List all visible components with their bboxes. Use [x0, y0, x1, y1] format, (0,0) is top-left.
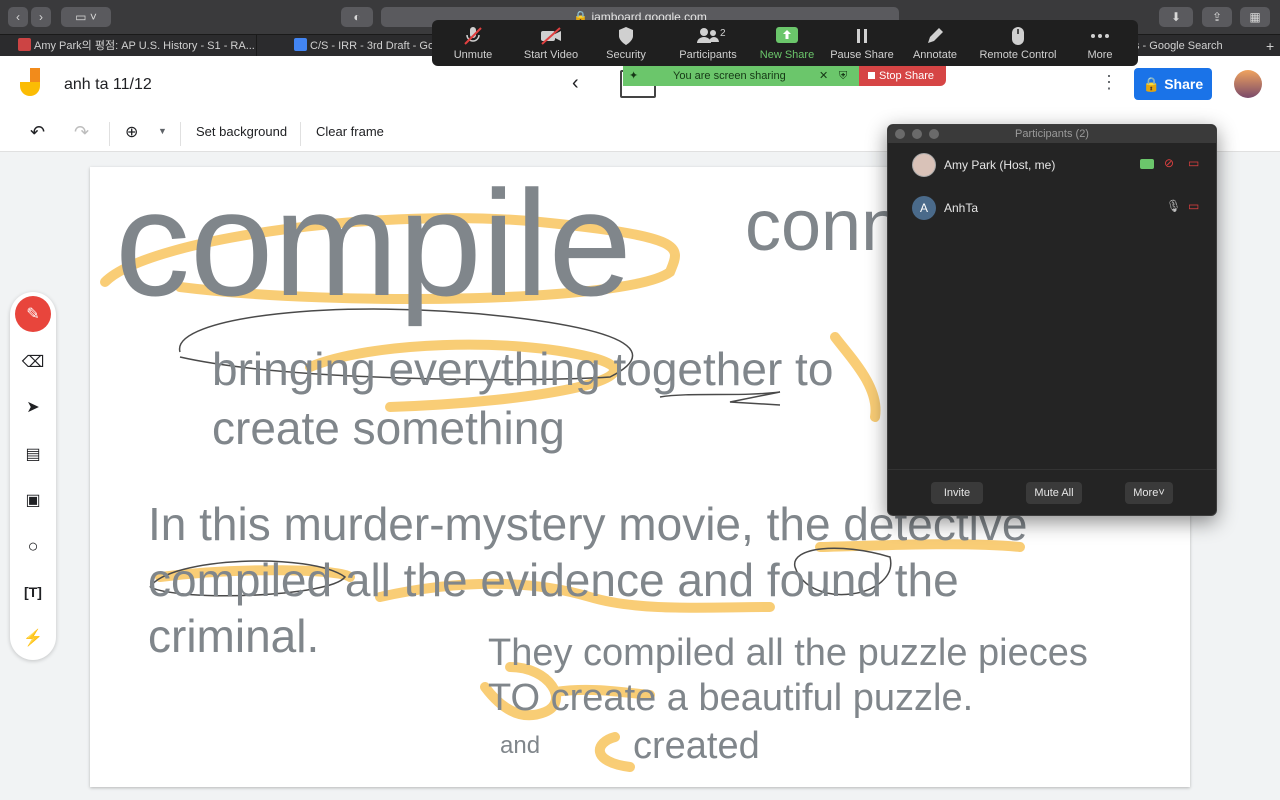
participants-footer: Invite Mute All More˅ — [888, 469, 1216, 515]
more-options-button[interactable]: More˅ — [1125, 482, 1173, 504]
forward-button[interactable]: › — [31, 7, 51, 27]
minimize-window-icon[interactable] — [912, 129, 922, 139]
share-sheet-button[interactable]: ⇪ — [1202, 7, 1232, 27]
participant-row[interactable]: A AnhTa 🎙 ▭ — [888, 188, 1216, 228]
clear-frame-button[interactable]: Clear frame — [316, 124, 384, 139]
start-video-button[interactable]: Start Video — [512, 20, 590, 66]
stop-share-button[interactable]: Stop Share — [859, 66, 946, 86]
zoom-icon[interactable]: ⊕ — [125, 122, 138, 142]
more-dots-icon — [1091, 34, 1109, 38]
toolbar-divider — [109, 122, 110, 146]
back-button[interactable]: ‹ — [8, 7, 28, 27]
shield-icon — [619, 27, 633, 45]
participants-window-titlebar[interactable]: Participants (2) — [888, 125, 1216, 143]
participants-button[interactable]: 2 Participants — [668, 20, 748, 66]
pause-icon — [857, 29, 867, 43]
chevron-down-icon: ˅ — [1158, 487, 1165, 499]
drawing-tool-rail: ✎ ⌫ ➤ ▤ ▣ ○ [T] ⚡ — [10, 292, 56, 660]
jamboard-logo[interactable] — [20, 68, 44, 102]
video-off-icon — [541, 27, 561, 45]
board-title[interactable]: anh ta 11/12 — [64, 76, 152, 94]
favicon-icon — [18, 38, 31, 51]
docs-icon — [294, 38, 307, 51]
new-tab-button[interactable]: + — [1262, 35, 1280, 57]
remote-control-button[interactable]: Remote Control — [974, 20, 1062, 66]
mic-muted-icon — [464, 27, 482, 45]
mic-off-icon: ✕ — [819, 70, 829, 82]
avatar: A — [912, 196, 936, 220]
unmute-button[interactable]: Unmute — [438, 20, 508, 66]
tab-google-search[interactable]: s - Google Search — [1130, 35, 1260, 57]
downloads-button[interactable]: ⬇ — [1159, 7, 1193, 27]
tab-google-doc[interactable]: C/S - IRR - 3rd Draft - Goo — [290, 35, 435, 57]
set-background-button[interactable]: Set background — [196, 124, 287, 139]
example-line-1[interactable]: They compiled all the puzzle pieces — [488, 632, 1088, 675]
sharing-leaf-icon: ✦ — [629, 70, 639, 82]
note-created[interactable]: created — [633, 725, 760, 768]
sharing-indicator-icon — [1140, 159, 1154, 169]
text-box-icon[interactable]: [T] — [15, 574, 51, 610]
pencil-icon — [928, 28, 943, 43]
tab-amy-park[interactable]: Amy Park의 평점: AP U.S. History - S1 - RA.… — [14, 35, 257, 57]
note-and[interactable]: and — [500, 732, 540, 760]
security-button[interactable]: Security — [594, 20, 658, 66]
shield-check-icon: ⛨ — [839, 70, 848, 82]
toolbar-divider — [300, 122, 301, 146]
definition-line-1[interactable]: bringing everything together to — [212, 342, 833, 396]
annotate-button[interactable]: Annotate — [902, 20, 968, 66]
zoom-dropdown-chevron-icon[interactable]: ▼ — [158, 126, 167, 136]
screen-sharing-banner: ✦ You are screen sharing ✕ ⛨ — [623, 66, 859, 86]
select-cursor-icon[interactable]: ➤ — [15, 389, 51, 425]
sentence-line-2[interactable]: compiled all the evidence and found the — [148, 553, 959, 607]
share-up-icon — [776, 27, 798, 43]
more-options-icon[interactable]: ⋮ — [1100, 72, 1118, 93]
pen-tool-icon[interactable]: ✎ — [15, 296, 51, 332]
lock-icon: 🔒 — [1142, 76, 1165, 92]
tab-overview-button[interactable]: ▦ — [1240, 7, 1270, 27]
mic-icon[interactable]: 🎙 — [1166, 199, 1181, 213]
zoom-window-icon[interactable] — [929, 129, 939, 139]
mouse-icon — [1012, 27, 1024, 45]
more-button[interactable]: More — [1074, 20, 1126, 66]
sidebar-toggle-button[interactable]: ▭ ˅ — [61, 7, 111, 27]
laser-pointer-icon[interactable]: ⚡ — [15, 620, 51, 656]
toolbar-divider — [180, 122, 181, 146]
people-icon — [697, 28, 719, 43]
example-line-2[interactable]: TO create a beautiful puzzle. — [488, 677, 973, 720]
share-button[interactable]: 🔒 Share — [1134, 68, 1212, 100]
pause-share-button[interactable]: Pause Share — [826, 20, 898, 66]
vocab-word-partial[interactable]: conn — [745, 185, 901, 267]
vocab-word[interactable]: compile — [115, 167, 632, 330]
video-off-icon[interactable]: ▭ — [1188, 156, 1199, 170]
close-window-icon[interactable] — [895, 129, 905, 139]
participant-count-badge: 2 — [720, 28, 726, 39]
sentence-line-3[interactable]: criminal. — [148, 609, 319, 663]
privacy-shield-icon[interactable]: ◐ — [341, 7, 373, 27]
mute-all-button[interactable]: Mute All — [1026, 482, 1082, 504]
participants-window[interactable]: Participants (2) Amy Park (Host, me) ⊘ ▭… — [887, 124, 1217, 516]
undo-icon[interactable]: ↶ — [30, 122, 45, 143]
avatar — [912, 153, 936, 177]
sticky-note-icon[interactable]: ▤ — [15, 436, 51, 472]
eraser-icon[interactable]: ⌫ — [15, 344, 51, 380]
stop-square-icon — [868, 72, 875, 79]
mic-muted-icon[interactable]: ⊘ — [1164, 156, 1174, 170]
participant-row[interactable]: Amy Park (Host, me) ⊘ ▭ — [888, 145, 1216, 185]
new-share-button[interactable]: New Share — [754, 20, 820, 66]
video-off-icon[interactable]: ▭ — [1188, 199, 1199, 213]
zoom-meeting-toolbar: Unmute Start Video Security 2 Participan… — [432, 20, 1138, 66]
definition-line-2[interactable]: create something — [212, 401, 565, 455]
image-icon[interactable]: ▣ — [15, 482, 51, 518]
invite-button[interactable]: Invite — [931, 482, 983, 504]
shape-circle-icon[interactable]: ○ — [15, 528, 51, 564]
account-avatar[interactable] — [1234, 70, 1262, 98]
redo-icon[interactable]: ↷ — [74, 122, 89, 143]
prev-frame-chevron-icon[interactable]: ‹ — [572, 72, 579, 95]
